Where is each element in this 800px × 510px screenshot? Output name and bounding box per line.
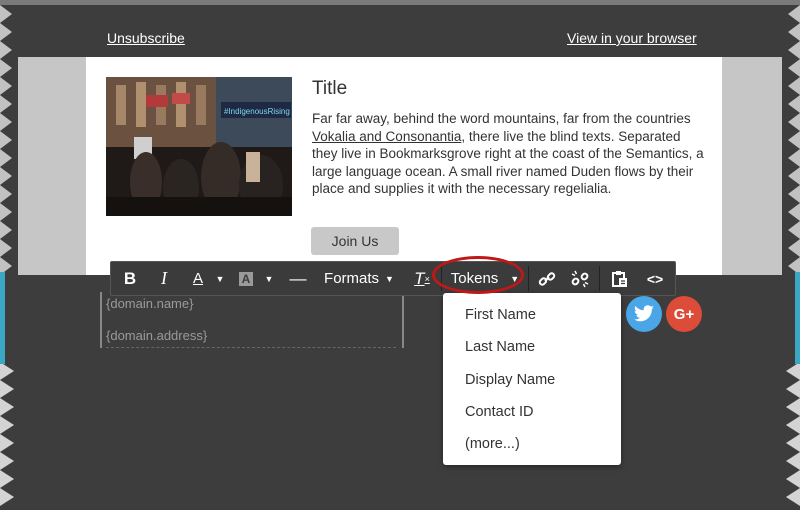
tokens-dropdown[interactable]: Tokens ▼ (445, 262, 525, 295)
hero-image[interactable]: #IndigenousRising (106, 77, 292, 216)
horizontal-rule-button[interactable]: — (283, 262, 313, 295)
background-color-button[interactable]: A (233, 262, 259, 295)
toolbar-divider (599, 266, 600, 291)
rich-text-toolbar: B I A ▼ A ▼ — Formats ▼ T × Tokens ▼ <> (110, 261, 676, 296)
link-icon (538, 271, 556, 286)
toolbar-divider (528, 266, 529, 291)
editor-bottom-guide (106, 347, 396, 348)
tokens-label: Tokens (450, 270, 499, 287)
formats-dropdown[interactable]: Formats ▼ (317, 262, 401, 295)
chevron-down-icon: ▼ (385, 273, 394, 284)
twitter-bird-icon (634, 305, 654, 322)
clear-formatting-button[interactable]: T × (407, 262, 437, 295)
background-color-caret[interactable]: ▼ (261, 262, 277, 295)
unlink-icon (571, 270, 589, 287)
formats-label: Formats (324, 270, 380, 287)
left-zigzag-lower (0, 362, 14, 506)
clipboard-icon (612, 270, 627, 287)
token-display-name[interactable]: Display Name (465, 372, 555, 388)
view-in-browser-link[interactable]: View in your browser (567, 30, 697, 46)
tokens-menu: First Name Last Name Display Name Contac… (443, 293, 621, 465)
token-last-name[interactable]: Last Name (465, 339, 535, 355)
remove-link-button[interactable] (565, 262, 595, 295)
chevron-down-icon: ▼ (510, 273, 520, 284)
domain-address-token[interactable]: {domain.address} (106, 328, 207, 343)
chevron-down-icon: ▼ (215, 273, 225, 284)
email-body-text: Far far away, behind the word mountains,… (312, 110, 707, 198)
text-color-button[interactable]: A (185, 262, 211, 295)
email-title: Title (312, 78, 348, 99)
clear-x-icon: × (424, 273, 430, 284)
clear-format-icon: T (414, 268, 425, 288)
paste-as-text-button[interactable] (605, 262, 635, 295)
italic-button[interactable]: I (149, 262, 179, 295)
token-contact-id[interactable]: Contact ID (465, 404, 534, 420)
source-code-button[interactable]: <> (639, 262, 671, 295)
body-link[interactable]: Vokalia and Consonantia (312, 129, 461, 144)
google-plus-icon[interactable]: G+ (666, 296, 702, 332)
bg-color-label: A (238, 271, 254, 286)
chevron-down-icon: ▼ (264, 273, 274, 284)
bold-button[interactable]: B (115, 262, 145, 295)
join-us-button[interactable]: Join Us (311, 227, 399, 255)
toolbar-divider (441, 266, 442, 291)
photo-caption: #IndigenousRising (224, 107, 290, 116)
left-selection-marker (0, 272, 5, 364)
insert-link-button[interactable] (532, 262, 562, 295)
body-text-start: Far far away, behind the word mountains,… (312, 111, 691, 126)
token-first-name[interactable]: First Name (465, 307, 536, 323)
right-selection-marker (795, 272, 800, 364)
unsubscribe-link[interactable]: Unsubscribe (107, 30, 185, 46)
domain-name-token[interactable]: {domain.name} (106, 296, 193, 311)
left-zigzag-upper (0, 5, 18, 275)
token-more[interactable]: (more...) (465, 436, 520, 452)
text-color-caret[interactable]: ▼ (212, 262, 228, 295)
right-zigzag-upper (782, 5, 800, 275)
right-zigzag-lower (786, 362, 800, 506)
protest-photo: #IndigenousRising (106, 77, 292, 216)
twitter-icon[interactable] (626, 296, 662, 332)
